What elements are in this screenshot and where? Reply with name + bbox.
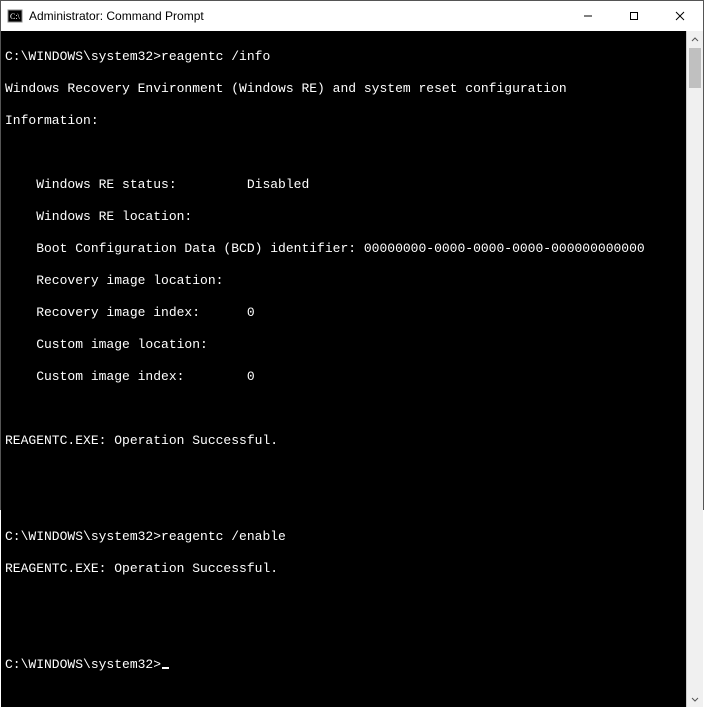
output-line: Information: — [5, 113, 682, 129]
cmd-icon: C:\ — [7, 8, 23, 24]
info-re-location: Windows RE location: — [5, 209, 682, 225]
blank-line — [5, 625, 682, 641]
info-bcd: Boot Configuration Data (BCD) identifier… — [5, 241, 682, 257]
info-custom-image-location: Custom image location: — [5, 337, 682, 353]
prompt-text: C:\WINDOWS\system32> — [5, 657, 161, 672]
operation-successful: REAGENTC.EXE: Operation Successful. — [5, 561, 682, 577]
blank-line — [5, 497, 682, 513]
blank-line — [5, 593, 682, 609]
terminal-output[interactable]: C:\WINDOWS\system32>reagentc /info Windo… — [1, 31, 686, 707]
minimize-button[interactable] — [565, 1, 611, 31]
prompt-text: C:\WINDOWS\system32> — [5, 529, 161, 544]
window-title: Administrator: Command Prompt — [29, 9, 204, 23]
blank-line — [5, 401, 682, 417]
command-text: reagentc /enable — [161, 529, 286, 544]
blank-line — [5, 145, 682, 161]
cursor — [162, 667, 169, 669]
scroll-down-button[interactable] — [687, 690, 703, 707]
maximize-button[interactable] — [611, 1, 657, 31]
info-recovery-image-index: Recovery image index: 0 — [5, 305, 682, 321]
scrollbar-track[interactable] — [687, 48, 703, 690]
command-prompt-window: C:\ Administrator: Command Prompt C:\WIN… — [0, 0, 704, 510]
info-recovery-image-location: Recovery image location: — [5, 273, 682, 289]
titlebar[interactable]: C:\ Administrator: Command Prompt — [1, 1, 703, 31]
blank-line — [5, 465, 682, 481]
vertical-scrollbar[interactable] — [686, 31, 703, 707]
prompt-text: C:\WINDOWS\system32> — [5, 49, 161, 64]
content-area: C:\WINDOWS\system32>reagentc /info Windo… — [1, 31, 703, 707]
info-re-status: Windows RE status: Disabled — [5, 177, 682, 193]
svg-text:C:\: C:\ — [10, 12, 21, 21]
command-text: reagentc /info — [161, 49, 270, 64]
close-button[interactable] — [657, 1, 703, 31]
scrollbar-thumb[interactable] — [689, 48, 701, 88]
operation-successful: REAGENTC.EXE: Operation Successful. — [5, 433, 682, 449]
scroll-up-button[interactable] — [687, 31, 703, 48]
info-custom-image-index: Custom image index: 0 — [5, 369, 682, 385]
output-line: Windows Recovery Environment (Windows RE… — [5, 81, 682, 97]
